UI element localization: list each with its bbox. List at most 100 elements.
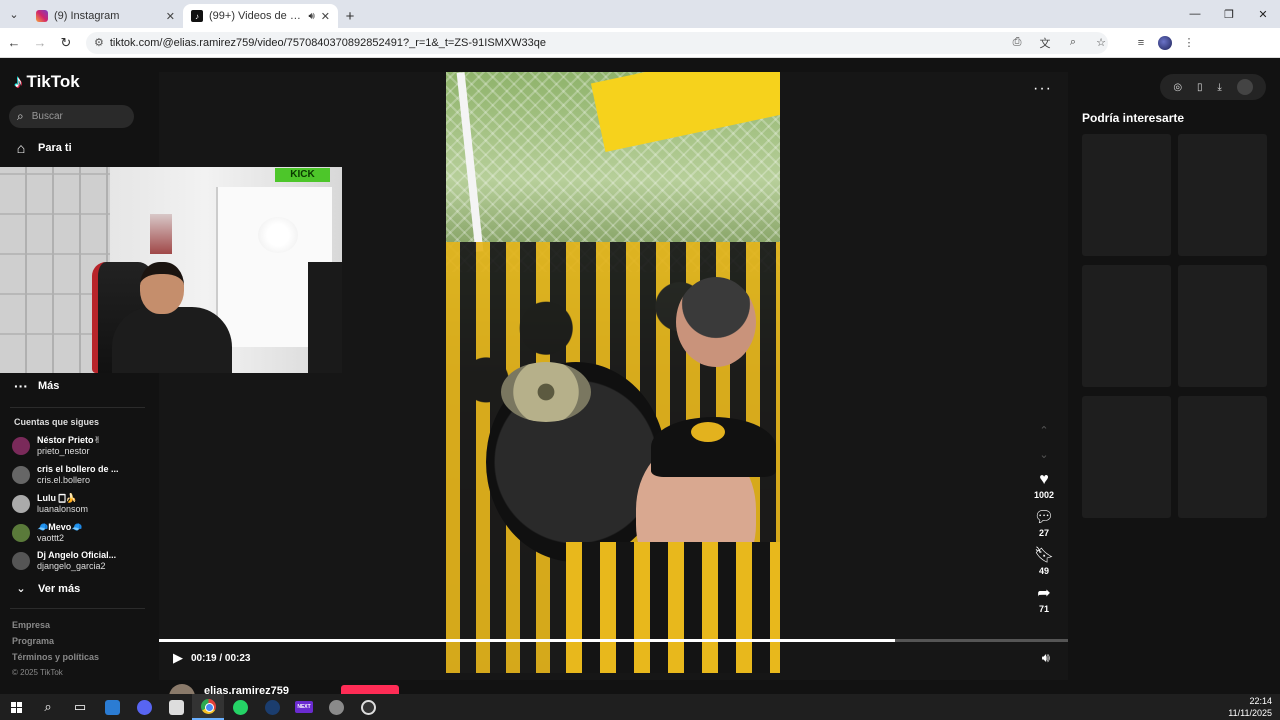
- chevron-down-icon[interactable]: ⌄: [1039, 442, 1048, 466]
- following-item[interactable]: Néstor Prieto✌ prieto_nestor: [12, 435, 147, 457]
- recommend-card[interactable]: [1082, 396, 1171, 518]
- see-more-button[interactable]: ⌄ Ver más: [14, 582, 81, 596]
- reload-button[interactable]: ↻: [54, 31, 78, 55]
- search-input[interactable]: ⌕ Buscar: [9, 105, 134, 128]
- video-frame[interactable]: [446, 72, 780, 673]
- nav-more[interactable]: ··· Más: [14, 378, 59, 394]
- avatar: [12, 552, 30, 570]
- footer-link-program[interactable]: Programa: [12, 636, 54, 646]
- logo-text: TikTok: [26, 72, 80, 91]
- following-item[interactable]: cris el bollero de ... cris.el.bollero: [12, 464, 147, 486]
- forward-button[interactable]: →: [28, 31, 52, 55]
- address-tools: ⎙ 文 ⌕ ☆: [1008, 34, 1110, 52]
- following-item[interactable]: 🧢Mevo🧢 vaottt2: [12, 522, 147, 544]
- avatar[interactable]: [1236, 79, 1253, 95]
- whatsapp-icon[interactable]: [224, 694, 256, 720]
- video-cap-badge: [691, 422, 725, 442]
- new-tab-button[interactable]: +: [338, 4, 362, 28]
- author-name[interactable]: elias.ramirez759: [204, 685, 289, 694]
- following-username: prieto_nestor: [37, 446, 90, 456]
- recommend-card[interactable]: [1178, 265, 1267, 387]
- recommend-card[interactable]: [1178, 134, 1267, 256]
- profile-avatar[interactable]: [1158, 35, 1172, 50]
- discord-icon[interactable]: [128, 694, 160, 720]
- footer-link-terms[interactable]: Términos y políticas: [12, 652, 99, 662]
- search-icon[interactable]: ⌕: [32, 694, 64, 720]
- game-app-icon[interactable]: [320, 694, 352, 720]
- recommend-title: Podría interesarte: [1082, 111, 1185, 125]
- author-avatar[interactable]: [169, 684, 195, 694]
- close-icon[interactable]: ✕: [166, 10, 175, 23]
- following-item[interactable]: Dj Angelo Oficial... djangelo_garcia2: [12, 550, 147, 572]
- progress-bar[interactable]: [159, 639, 1068, 642]
- heart-icon: ♥: [1039, 471, 1049, 488]
- share-count: 71: [1038, 604, 1049, 614]
- chrome-icon[interactable]: [192, 694, 224, 720]
- obs-icon[interactable]: [352, 694, 384, 720]
- following-name: Dj Angelo Oficial...: [37, 550, 117, 560]
- tab-tiktok[interactable]: ♪ (99+) Videos de Elias Ramirez 🔊︎ ✕: [183, 4, 338, 28]
- comment-icon: 💬︎: [1033, 509, 1055, 526]
- save-button[interactable]: 🔖︎ 49: [1034, 546, 1054, 580]
- back-button[interactable]: ←: [2, 31, 26, 55]
- compass-icon[interactable]: ◎: [1173, 82, 1182, 93]
- webcam-poster: [150, 214, 172, 254]
- volume-icon[interactable]: 🔊︎: [1042, 650, 1050, 666]
- close-icon[interactable]: ✕: [321, 10, 330, 23]
- comment-count: 27: [1038, 528, 1049, 538]
- comment-button[interactable]: 💬︎ 27: [1034, 508, 1054, 542]
- follow-button[interactable]: [341, 685, 399, 694]
- chevron-up-icon[interactable]: ⌃: [1039, 418, 1048, 442]
- search-placeholder: Buscar: [31, 111, 63, 122]
- reading-list-icon[interactable]: ≡: [1132, 34, 1150, 52]
- mail-icon[interactable]: [96, 694, 128, 720]
- more-options-icon[interactable]: ···: [1033, 80, 1052, 98]
- translate-icon[interactable]: 文: [1036, 34, 1054, 52]
- site-info-icon[interactable]: ⚙: [94, 36, 104, 49]
- restore-button[interactable]: ❐: [1212, 0, 1246, 28]
- chevron-down-icon: ⌄: [16, 583, 26, 595]
- install-app-icon[interactable]: ⎙: [1008, 34, 1026, 52]
- like-button[interactable]: ♥ 1002: [1034, 470, 1054, 504]
- steam-app-icon: [264, 699, 280, 715]
- footer-link-company[interactable]: Empresa: [12, 620, 50, 630]
- tiktok-logo[interactable]: ♪ TikTok: [14, 72, 80, 92]
- address-bar-row: ← → ↻ ⚙ tiktok.com/@elias.ramirez759/vid…: [0, 28, 1280, 58]
- tab-search-button[interactable]: ⌄: [0, 0, 28, 28]
- system-clock[interactable]: 22:14 11/11/2025: [1228, 695, 1272, 719]
- phone-icon[interactable]: ▯: [1197, 82, 1203, 93]
- tab-instagram[interactable]: (9) Instagram ✕: [28, 4, 183, 28]
- speaker-icon[interactable]: 🔊︎: [308, 11, 314, 22]
- tab-bar: ⌄ (9) Instagram ✕ ♪ (99+) Videos de Elia…: [0, 0, 1280, 28]
- steam-icon[interactable]: [256, 694, 288, 720]
- shield-app-icon: [168, 699, 184, 715]
- following-item[interactable]: Lulu 🀆🍌 luanalonsom: [12, 493, 147, 515]
- play-icon[interactable]: ▶: [173, 650, 183, 666]
- more-dots-icon: ···: [14, 378, 28, 394]
- video-person: [676, 277, 756, 367]
- share-button[interactable]: ➦ 71: [1037, 584, 1050, 618]
- bookmark-icon: 🔖︎: [1033, 547, 1055, 564]
- recommend-card[interactable]: [1178, 396, 1267, 518]
- see-more-label: Ver más: [38, 582, 81, 595]
- video-player: ··· ⌃ ⌄ ♥ 1002 💬︎ 27 🔖︎ 49 ➦ 71 ▶ 00:19 …: [159, 72, 1068, 694]
- discord-app-icon: [136, 699, 152, 715]
- bookmark-star-icon[interactable]: ☆: [1092, 34, 1110, 52]
- app-shield-icon[interactable]: [160, 694, 192, 720]
- nav-for-you[interactable]: ⌂ Para ti: [14, 140, 72, 156]
- menu-dots-icon[interactable]: ⋮: [1180, 34, 1198, 52]
- start-button[interactable]: [0, 694, 32, 720]
- next-app-icon[interactable]: NEXT: [288, 694, 320, 720]
- url-field[interactable]: ⚙ tiktok.com/@elias.ramirez759/video/757…: [86, 31, 1108, 54]
- task-view-icon[interactable]: ▭: [64, 694, 96, 720]
- minimize-button[interactable]: —: [1178, 0, 1212, 28]
- save-count: 49: [1038, 566, 1049, 576]
- following-username: luanalonsom: [37, 504, 89, 514]
- recommend-card[interactable]: [1082, 134, 1171, 256]
- close-window-button[interactable]: ✕: [1246, 0, 1280, 28]
- player-controls: ▶ 00:19 / 00:23 🔊︎: [159, 648, 1068, 668]
- zoom-icon[interactable]: ⌕: [1064, 34, 1082, 52]
- recommend-card[interactable]: [1082, 265, 1171, 387]
- download-icon[interactable]: ⤓: [1217, 82, 1221, 93]
- divider: [10, 608, 145, 609]
